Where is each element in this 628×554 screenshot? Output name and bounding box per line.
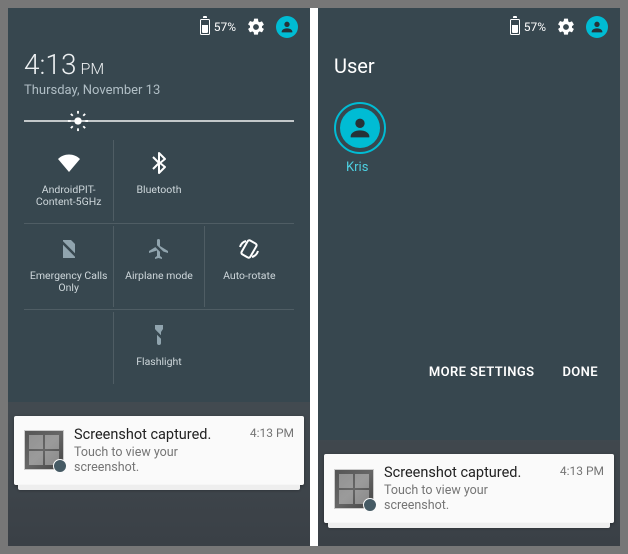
more-settings-button[interactable]: MORE SETTINGS bbox=[429, 365, 535, 380]
sim-off-icon bbox=[57, 236, 81, 262]
user-avatar-ring bbox=[334, 102, 386, 154]
clock-date: Thursday, November 13 bbox=[24, 83, 294, 98]
tile-cellular-label: Emergency Calls Only bbox=[26, 270, 111, 295]
notification-subtitle: Touch to view your screenshot. bbox=[74, 445, 240, 475]
notification-card[interactable]: Screenshot captured. Touch to view your … bbox=[14, 416, 304, 485]
battery-icon bbox=[510, 19, 520, 35]
tile-flashlight[interactable]: Flashlight bbox=[113, 312, 203, 384]
notification-badge-icon bbox=[53, 459, 67, 473]
done-button[interactable]: DONE bbox=[562, 365, 598, 380]
tile-bluetooth[interactable]: Bluetooth bbox=[113, 140, 203, 221]
user-panel-body: Kris MORE SETTINGS DONE bbox=[318, 96, 620, 396]
notification-thumbnail bbox=[24, 430, 64, 470]
tile-cellular[interactable]: Emergency Calls Only bbox=[24, 226, 113, 307]
tile-autorotate[interactable]: Auto-rotate bbox=[204, 226, 294, 307]
datetime-block: 4:13 PM Thursday, November 13 bbox=[8, 44, 310, 112]
screen-quick-settings: 57% 4:13 PM Thursday, November 13 bbox=[8, 8, 310, 546]
battery-icon bbox=[200, 19, 210, 35]
user-avatar-icon[interactable] bbox=[276, 16, 298, 38]
status-bar: 57% bbox=[8, 8, 310, 44]
tile-bluetooth-label: Bluetooth bbox=[137, 184, 182, 197]
notification-stack-hint bbox=[328, 523, 610, 528]
notification-stack-hint bbox=[18, 485, 300, 490]
battery-percent: 57% bbox=[524, 20, 546, 34]
settings-icon[interactable] bbox=[246, 17, 266, 37]
battery-indicator: 57% bbox=[510, 19, 546, 35]
brightness-icon[interactable] bbox=[67, 110, 89, 132]
user-item-name: Kris bbox=[346, 160, 368, 175]
battery-percent: 57% bbox=[214, 20, 236, 34]
notification-title: Screenshot captured. bbox=[74, 426, 240, 443]
user-panel: 57% User Kris bbox=[318, 8, 620, 440]
battery-indicator: 57% bbox=[200, 19, 236, 35]
settings-icon[interactable] bbox=[556, 17, 576, 37]
notification-time: 4:13 PM bbox=[560, 464, 604, 478]
user-avatar-icon[interactable] bbox=[586, 16, 608, 38]
quick-settings-body: AndroidPIT-Content-5GHz Bluetooth Emerge… bbox=[8, 120, 310, 402]
notification-subtitle: Touch to view your screenshot. bbox=[384, 483, 550, 513]
tile-airplane-label: Airplane mode bbox=[125, 270, 193, 283]
notification-card[interactable]: Screenshot captured. Touch to view your … bbox=[324, 454, 614, 523]
notification-time: 4:13 PM bbox=[250, 426, 294, 440]
notification-thumbnail bbox=[334, 469, 374, 509]
tile-wifi-label: AndroidPIT-Content-5GHz bbox=[26, 184, 111, 209]
airplane-icon bbox=[147, 236, 171, 262]
tile-flashlight-label: Flashlight bbox=[136, 356, 182, 369]
screen-user-switcher: 57% User Kris bbox=[318, 8, 620, 546]
person-icon bbox=[340, 108, 380, 148]
user-actions: MORE SETTINGS DONE bbox=[334, 351, 604, 396]
tile-wifi[interactable]: AndroidPIT-Content-5GHz bbox=[24, 140, 113, 221]
flashlight-icon bbox=[147, 322, 171, 348]
clock-time: 4:13 bbox=[24, 48, 76, 81]
tile-airplane[interactable]: Airplane mode bbox=[113, 226, 203, 307]
bluetooth-icon bbox=[147, 150, 171, 176]
user-panel-title: User bbox=[318, 44, 620, 96]
brightness-slider[interactable] bbox=[24, 120, 294, 122]
quick-settings-panel: 57% 4:13 PM Thursday, November 13 bbox=[8, 8, 310, 402]
notification-title: Screenshot captured. bbox=[384, 464, 550, 481]
user-item-kris[interactable]: Kris bbox=[334, 102, 414, 175]
wifi-icon bbox=[57, 150, 81, 176]
autorotate-icon bbox=[237, 236, 261, 262]
notification-badge-icon bbox=[363, 498, 377, 512]
clock-ampm: PM bbox=[80, 59, 104, 78]
status-bar: 57% bbox=[318, 8, 620, 44]
tile-autorotate-label: Auto-rotate bbox=[223, 270, 275, 283]
